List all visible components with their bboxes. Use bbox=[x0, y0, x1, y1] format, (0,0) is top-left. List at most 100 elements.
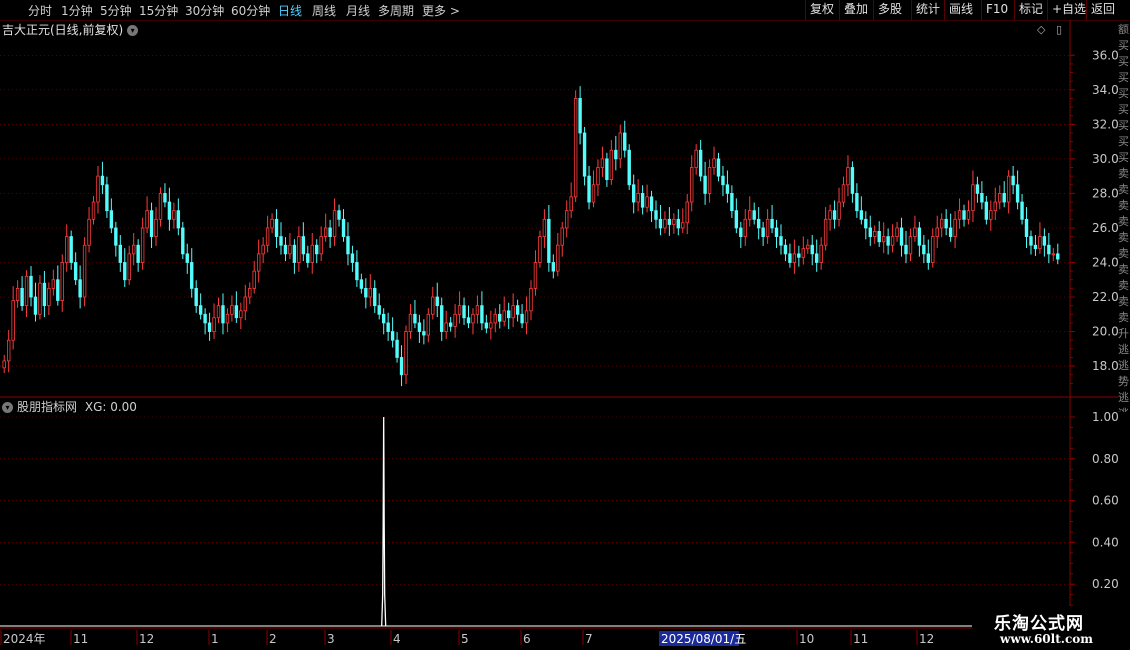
candle-body bbox=[667, 218, 672, 225]
date-label: 1 bbox=[211, 632, 219, 646]
candle-body bbox=[82, 244, 87, 298]
candle-body bbox=[288, 244, 292, 255]
candle-body bbox=[426, 313, 431, 336]
candle-body bbox=[529, 287, 533, 312]
candle-body bbox=[239, 310, 243, 319]
period-tab[interactable]: 月线 bbox=[346, 2, 370, 19]
candle-body bbox=[96, 175, 100, 203]
indicator-value: XG: 0.00 bbox=[84, 400, 137, 414]
watermark-title: 乐淘公式网 bbox=[994, 614, 1084, 634]
toolbar-button[interactable]: 多股 bbox=[873, 0, 906, 20]
side-label: 卖 bbox=[1118, 199, 1129, 212]
indicator-tick-label: 0.80 bbox=[1092, 452, 1119, 466]
candle-body bbox=[547, 218, 551, 263]
side-label: 买 bbox=[1118, 55, 1129, 68]
candle-body bbox=[756, 218, 761, 229]
kline-chart[interactable]: 36.0034.0032.0030.0028.0026.0024.0022.00… bbox=[0, 0, 1130, 650]
candle-body bbox=[194, 287, 198, 307]
candle-body bbox=[797, 253, 801, 258]
candle-body bbox=[225, 313, 230, 324]
side-label: 势 bbox=[1118, 375, 1129, 388]
toolbar-button[interactable]: +自选 bbox=[1047, 0, 1090, 20]
period-tab[interactable]: 多周期 bbox=[378, 2, 414, 19]
candle-body bbox=[828, 210, 832, 220]
candle-body bbox=[801, 248, 806, 258]
candle-body bbox=[435, 296, 439, 307]
candle-body bbox=[600, 158, 605, 168]
candle-body bbox=[265, 227, 270, 246]
candle-body bbox=[100, 175, 105, 186]
period-tab[interactable]: 15分钟 bbox=[139, 2, 178, 19]
candle-body bbox=[676, 218, 681, 229]
candle-body bbox=[895, 227, 899, 237]
period-tab[interactable]: 分时 bbox=[28, 2, 52, 19]
candle-body bbox=[966, 210, 971, 220]
candle-body bbox=[640, 193, 645, 208]
side-label: 卖 bbox=[1118, 215, 1129, 228]
toolbar-button[interactable]: 画线 bbox=[944, 0, 977, 20]
cursor-date-box bbox=[659, 631, 739, 646]
chevron-down-icon[interactable]: ▾ bbox=[127, 25, 139, 36]
candle-body bbox=[328, 227, 332, 237]
toolbar-button[interactable]: 叠加 bbox=[839, 0, 872, 20]
period-tab[interactable]: 周线 bbox=[312, 2, 336, 19]
candle-body bbox=[395, 339, 399, 358]
candle-body bbox=[176, 210, 181, 229]
chevron-down-icon[interactable]: ▾ bbox=[2, 402, 13, 413]
period-tab[interactable]: 日线 bbox=[278, 2, 302, 19]
candle-body bbox=[422, 331, 426, 336]
candle-body bbox=[118, 244, 122, 263]
period-tab[interactable]: 30分钟 bbox=[185, 2, 224, 19]
square-icon[interactable]: ▯ bbox=[1056, 23, 1062, 36]
side-label: 逃 bbox=[1118, 391, 1129, 404]
period-tab[interactable]: 1分钟 bbox=[61, 2, 93, 19]
indicator-tick-label: 1.00 bbox=[1092, 410, 1119, 424]
candle-body bbox=[587, 175, 591, 203]
candle-body bbox=[368, 287, 372, 298]
period-tab[interactable]: 5分钟 bbox=[100, 2, 132, 19]
period-tab[interactable]: 60分钟 bbox=[231, 2, 270, 19]
date-label: 5 bbox=[461, 632, 469, 646]
candle-body bbox=[87, 218, 91, 246]
indicator-tick-label: 0.40 bbox=[1092, 535, 1119, 549]
candle-body bbox=[114, 227, 118, 246]
toolbar-button[interactable]: 复权 bbox=[805, 0, 838, 20]
candle-body bbox=[703, 175, 707, 194]
candle-body bbox=[359, 279, 364, 289]
stock-title: 吉大正元(日线,前复权) bbox=[2, 23, 124, 37]
candle-body bbox=[596, 167, 600, 186]
candle-body bbox=[73, 262, 78, 281]
cursor-date-label: 2025/08/01/五 bbox=[661, 632, 746, 646]
diamond-icon[interactable]: ◇ bbox=[1037, 23, 1045, 36]
candle-body bbox=[60, 262, 64, 301]
date-label: 11 bbox=[853, 632, 868, 646]
candle-body bbox=[493, 313, 497, 324]
candle-body bbox=[163, 193, 167, 203]
toolbar-button[interactable]: 统计 bbox=[911, 0, 944, 20]
candle-body bbox=[172, 210, 176, 220]
candle-body bbox=[542, 218, 547, 237]
toolbar-button[interactable]: 返回 bbox=[1086, 0, 1119, 20]
indicator-title-row[interactable]: ▾ 股朋指标网 XG: 0.00 bbox=[2, 398, 137, 415]
candle-body bbox=[1051, 253, 1056, 256]
toolbar-button[interactable]: F10 bbox=[981, 0, 1012, 20]
side-label: 卖 bbox=[1118, 279, 1129, 292]
candle-body bbox=[658, 218, 663, 229]
candle-body bbox=[105, 184, 109, 212]
candle-body bbox=[47, 287, 51, 307]
period-tab[interactable]: 更多 > bbox=[422, 2, 460, 19]
toolbar-button[interactable]: 标记 bbox=[1014, 0, 1047, 20]
candle-body bbox=[1002, 193, 1006, 203]
candle-body bbox=[123, 262, 127, 281]
candle-body bbox=[279, 236, 283, 246]
candle-body bbox=[390, 331, 395, 341]
chart-title[interactable]: 吉大正元(日线,前复权) ▾ bbox=[2, 21, 139, 38]
candle-body bbox=[774, 227, 779, 237]
candle-body bbox=[739, 227, 743, 237]
candle-body bbox=[377, 305, 381, 315]
candle-body bbox=[850, 167, 855, 194]
candle-body bbox=[216, 305, 221, 319]
candle-body bbox=[332, 210, 337, 237]
date-label: 7 bbox=[585, 632, 593, 646]
candle-body bbox=[672, 218, 676, 225]
